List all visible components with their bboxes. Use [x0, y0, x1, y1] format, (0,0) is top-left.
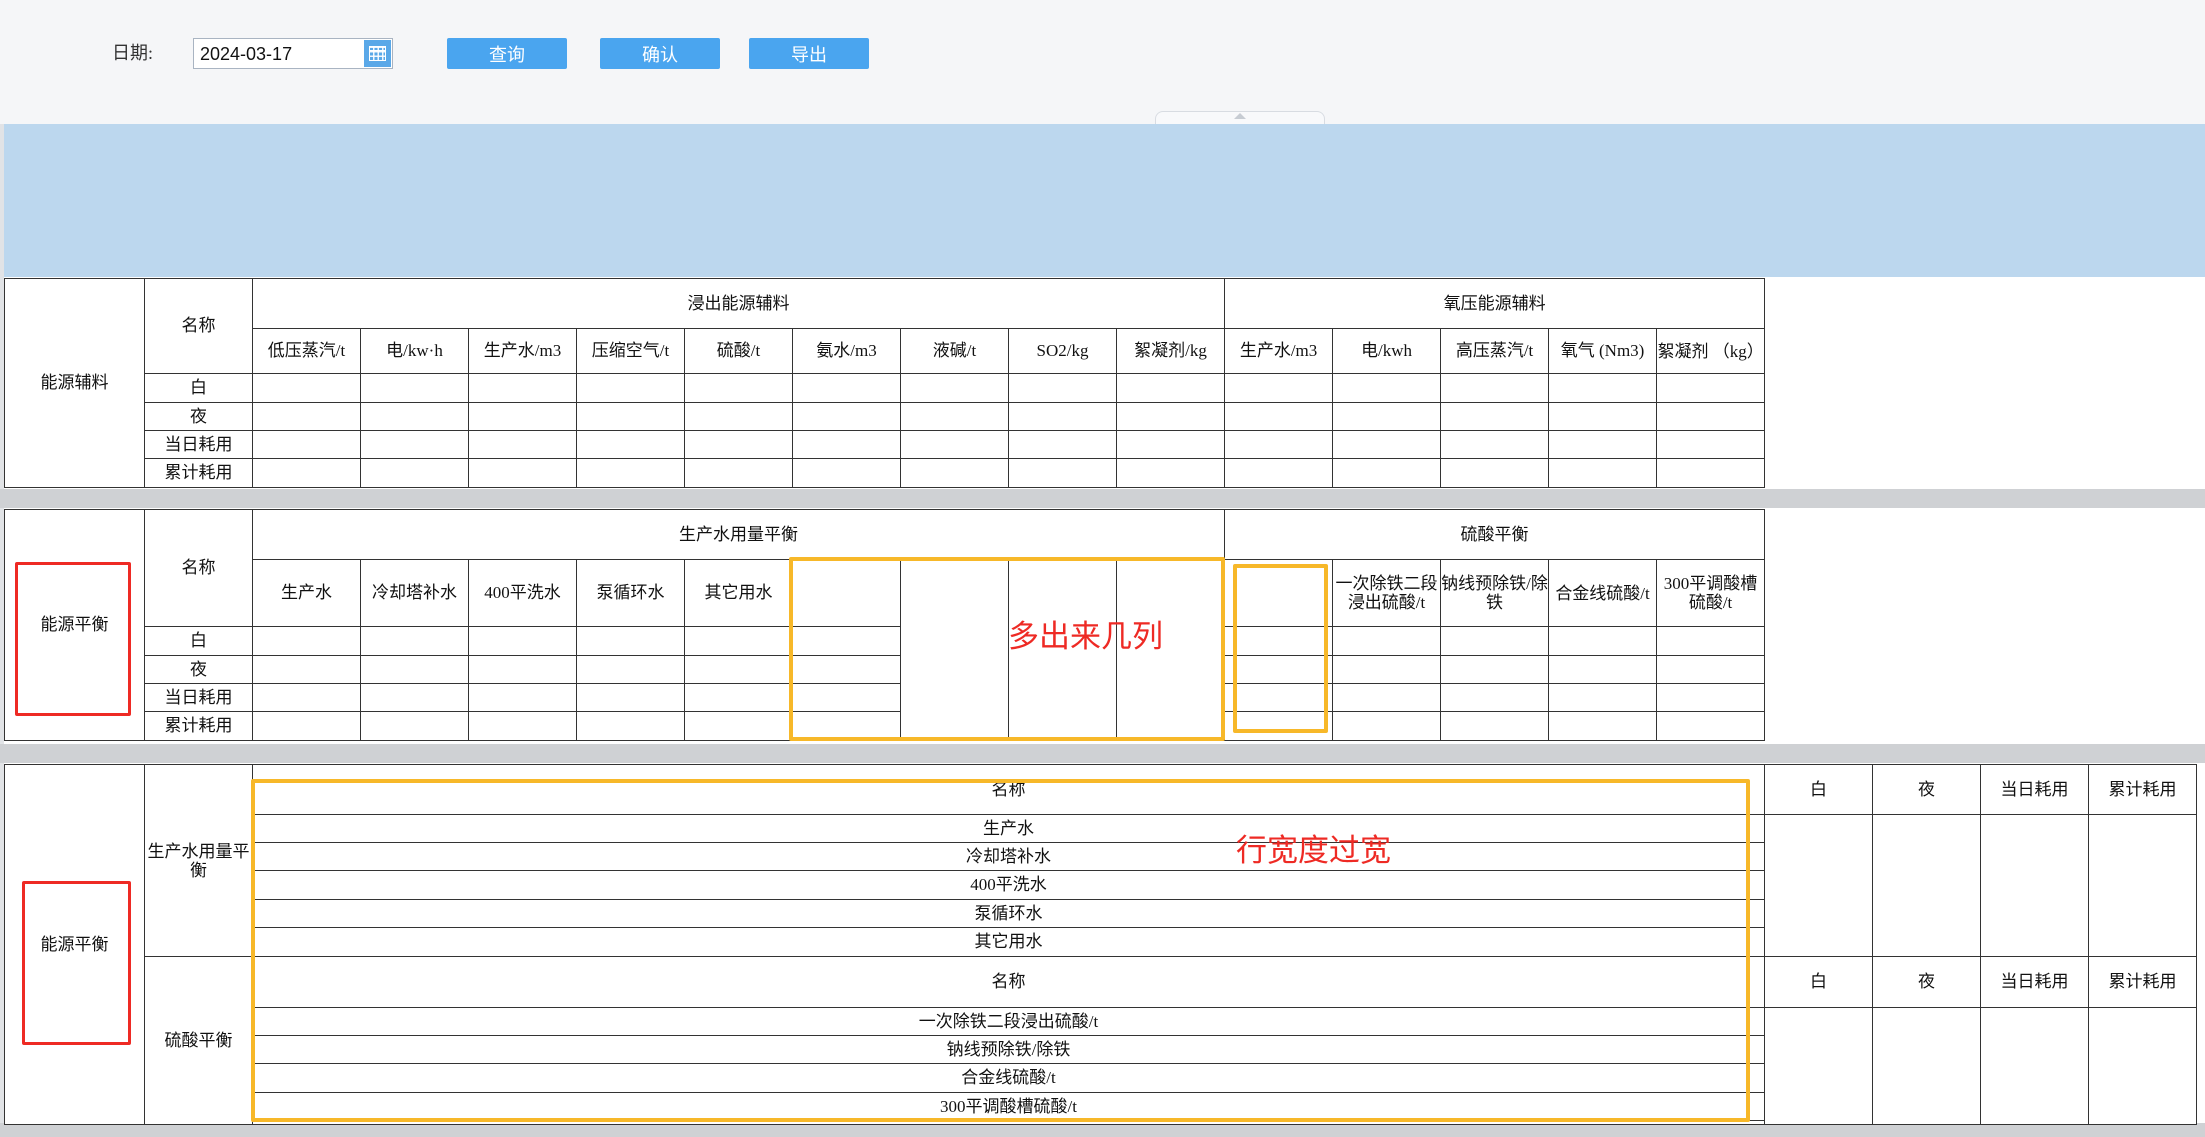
- column-header: 泵循环水: [576, 559, 685, 627]
- column-header: 絮凝剂/kg: [1115, 328, 1226, 374]
- column-header: 生产水: [252, 559, 361, 627]
- table-row: 累计耗用: [5, 458, 1766, 488]
- item-label: 其它用水: [252, 927, 1765, 957]
- date-input[interactable]: 2024-03-17: [193, 38, 393, 69]
- item-label: 生产水: [252, 814, 1765, 843]
- section-separator: [0, 744, 2205, 763]
- section-separator: [0, 489, 2205, 508]
- collapse-toggle[interactable]: [1155, 111, 1325, 124]
- row-label: 累计耗用: [144, 458, 253, 488]
- energy-materials-table: 能源辅料 名称 浸出能源辅料 氧压能源辅料 低压蒸汽/t 电/kw·h 生产水/…: [4, 278, 1766, 488]
- column-header: 压缩空气/t: [576, 328, 685, 374]
- item-label: 冷却塔补水: [252, 842, 1765, 871]
- group-header: 生产水用量平衡: [251, 509, 1226, 560]
- chevron-up-icon[interactable]: [1234, 113, 1246, 119]
- section-separator: [0, 1123, 2205, 1137]
- energy-balance-table: 能源平衡 名称 生产水用量平衡 硫酸平衡 生产水 冷却塔补水 400平洗水 泵循…: [4, 509, 1766, 741]
- item-label: 泵循环水: [252, 899, 1765, 928]
- row-label: 当日耗用: [144, 683, 253, 712]
- group-label: 生产水用量平衡: [144, 764, 253, 957]
- item-label: 一次除铁二段浸出硫酸/t: [252, 1007, 1765, 1036]
- column-header: 氨水/m3: [792, 328, 901, 374]
- group-header: 氧压能源辅料: [1224, 278, 1766, 329]
- item-label: 合金线硫酸/t: [252, 1063, 1765, 1093]
- column-header: 钠线预除铁/除铁: [1440, 559, 1550, 627]
- name-header: 名称: [144, 278, 253, 374]
- column-header: 硫酸/t: [684, 328, 793, 374]
- column-header: SO2/kg: [1008, 328, 1117, 374]
- table-row: 一次除铁二段浸出硫酸/t: [5, 1007, 2197, 1125]
- confirm-button[interactable]: 确认: [600, 38, 720, 69]
- row-label: 夜: [144, 655, 253, 684]
- value-header: 夜: [1872, 764, 1981, 815]
- name-header: 名称: [144, 509, 253, 627]
- name-header: 名称: [252, 956, 1765, 1008]
- group-header: 浸出能源辅料: [251, 278, 1226, 329]
- column-header: 300平调酸槽硫酸/t: [1656, 559, 1766, 627]
- group-label: 硫酸平衡: [144, 956, 253, 1125]
- calendar-icon[interactable]: [364, 40, 391, 67]
- value-header: 白: [1764, 956, 1873, 1008]
- row-label: 当日耗用: [144, 430, 253, 459]
- export-button[interactable]: 导出: [749, 38, 869, 69]
- table-row: 当日耗用: [5, 683, 1766, 712]
- value-header: 夜: [1872, 956, 1981, 1008]
- column-header: 电/kwh: [1332, 328, 1442, 374]
- column-header: 其它用水: [684, 559, 793, 627]
- column-header: 絮凝剂 （kg）: [1656, 328, 1766, 374]
- column-header: 生产水/m3: [468, 328, 577, 374]
- extra-empty-column: [900, 559, 1009, 741]
- column-header: 合金线硫酸/t: [1548, 559, 1658, 627]
- query-button[interactable]: 查询: [447, 38, 567, 69]
- table-row: 夜: [5, 655, 1766, 684]
- date-input-value[interactable]: 2024-03-17: [200, 44, 292, 65]
- column-header: 低压蒸汽/t: [252, 328, 361, 374]
- table-row: 累计耗用: [5, 711, 1766, 741]
- value-header: 累计耗用: [2088, 956, 2197, 1008]
- column-header: 电/kw·h: [360, 328, 469, 374]
- banner-area: [4, 124, 2205, 277]
- table-row: 夜: [5, 402, 1766, 431]
- table-row: 生产水: [5, 814, 2197, 957]
- group-header: 硫酸平衡: [1224, 509, 1766, 560]
- annotation-row-width: 行宽度过宽: [1236, 833, 1391, 869]
- query-toolbar: 日期: 2024-03-17 查询 确认 导出: [0, 0, 2205, 124]
- column-header: 液碱/t: [900, 328, 1009, 374]
- value-header: 当日耗用: [1980, 764, 2089, 815]
- column-header: 氧气 (Nm3): [1548, 328, 1658, 374]
- value-header: 累计耗用: [2088, 764, 2197, 815]
- row-label: 累计耗用: [144, 711, 253, 741]
- date-label: 日期:: [112, 43, 154, 63]
- name-header: 名称: [252, 764, 1765, 815]
- item-label: 钠线预除铁/除铁: [252, 1035, 1765, 1064]
- column-header: 一次除铁二段浸出硫酸/t: [1332, 559, 1442, 627]
- value-header: 当日耗用: [1980, 956, 2089, 1008]
- column-header: 高压蒸汽/t: [1440, 328, 1550, 374]
- column-header: [1224, 559, 1334, 627]
- section-label: 能源平衡: [4, 509, 145, 741]
- table-row: 白: [5, 373, 1766, 403]
- column-header: 生产水/m3: [1224, 328, 1334, 374]
- annotation-extra-columns: 多出来几列: [1008, 619, 1163, 655]
- column-header: [792, 559, 901, 627]
- table-row: 白: [5, 626, 1766, 656]
- item-label: 400平洗水: [252, 870, 1765, 900]
- row-label: 白: [144, 626, 253, 656]
- section-label: 能源辅料: [4, 278, 145, 488]
- table-row: 当日耗用: [5, 430, 1766, 459]
- column-header: 400平洗水: [468, 559, 577, 627]
- row-label: 白: [144, 373, 253, 403]
- value-header: 白: [1764, 764, 1873, 815]
- column-header: 冷却塔补水: [360, 559, 469, 627]
- energy-balance-vertical-table: 能源平衡 生产水用量平衡 名称 白 夜 当日耗用 累计耗用 生产水 冷却塔补水 …: [4, 764, 2197, 1125]
- row-label: 夜: [144, 402, 253, 431]
- item-label: 300平调酸槽硫酸/t: [252, 1092, 1765, 1121]
- section-label: 能源平衡: [4, 764, 145, 1125]
